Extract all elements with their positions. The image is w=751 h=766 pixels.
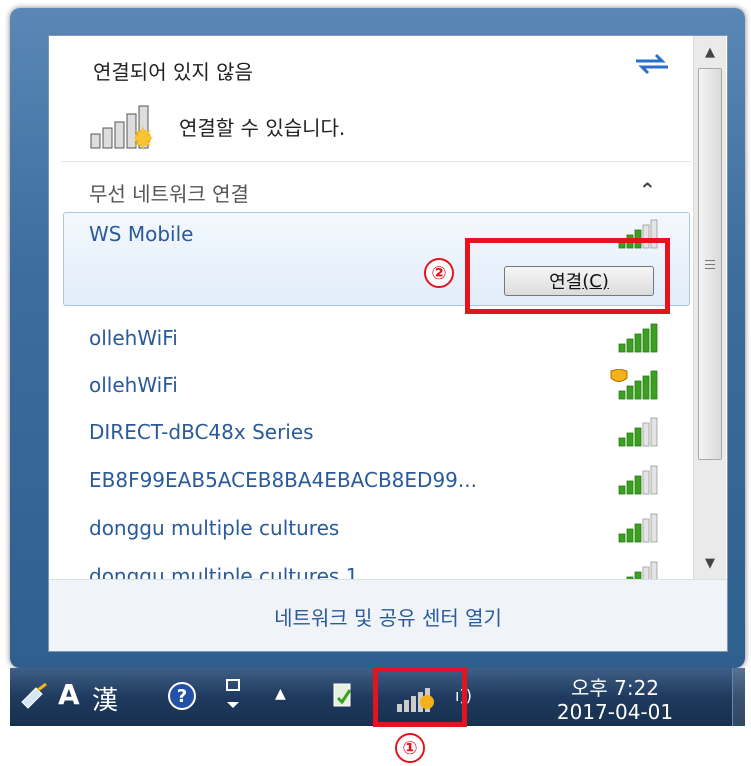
available-text: 연결할 수 있습니다. (179, 116, 346, 140)
ime-options-icon[interactable] (223, 678, 243, 714)
annotation-box-2 (465, 238, 670, 314)
help-icon[interactable]: ? (168, 682, 196, 710)
scrollbar[interactable]: ▲ ▼ (693, 36, 726, 579)
network-name[interactable]: donggu multiple cultures (89, 516, 339, 540)
clock-date: 2017-04-01 (556, 700, 674, 724)
signal-strength-icon (618, 465, 658, 495)
open-network-center-link[interactable]: 네트워크 및 공유 센터 열기 (49, 602, 727, 631)
network-name[interactable]: WS Mobile (89, 222, 193, 246)
network-name[interactable]: DIRECT-dBC48x Series (89, 420, 314, 444)
scroll-thumb[interactable] (698, 68, 722, 460)
show-hidden-icons-button[interactable]: ▲ (275, 686, 286, 702)
grip-icon (705, 257, 715, 272)
language-bar-icon[interactable] (18, 680, 52, 714)
signal-strength-icon (618, 323, 658, 353)
panel-footer: 네트워크 및 공유 센터 열기 (49, 579, 727, 651)
annotation-step-2: ② (424, 258, 454, 288)
annotation-step-1: ① (395, 733, 425, 763)
network-name[interactable]: EB8F99EAB5ACEB8BA4EBACB8ED99... (89, 468, 477, 492)
clock[interactable]: 오후 7:22 2017-04-01 (540, 676, 690, 724)
signal-strength-icon (618, 513, 658, 543)
secured-signal-icon (610, 369, 658, 400)
chevron-up-icon[interactable]: ⌃ (639, 178, 656, 202)
network-popup-frame: 연결되어 있지 않음 연결할 수 있습니다. 무선 네트워크 연결 ⌃ WS M… (10, 8, 745, 668)
not-connected-title: 연결되어 있지 않음 (93, 60, 253, 84)
divider (61, 161, 691, 162)
show-desktop-button[interactable] (732, 668, 746, 726)
refresh-icon[interactable] (632, 52, 672, 76)
network-name[interactable]: ollehWiFi (89, 373, 178, 397)
wireless-section-title[interactable]: 무선 네트워크 연결 (89, 178, 249, 207)
signal-available-icon (90, 105, 153, 150)
network-name[interactable]: ollehWiFi (89, 326, 178, 350)
clock-time: 오후 7:22 (570, 676, 660, 700)
scroll-up-arrow[interactable]: ▲ (694, 38, 726, 66)
signal-strength-icon (618, 417, 658, 447)
action-center-flag-icon[interactable] (330, 680, 356, 712)
ime-mode-indicator[interactable]: A (58, 678, 80, 711)
scroll-down-arrow[interactable]: ▼ (694, 549, 726, 577)
annotation-box-1 (373, 667, 467, 727)
network-panel: 연결되어 있지 않음 연결할 수 있습니다. 무선 네트워크 연결 ⌃ WS M… (48, 35, 728, 652)
ime-hanja-indicator[interactable]: 漢 (92, 680, 118, 717)
